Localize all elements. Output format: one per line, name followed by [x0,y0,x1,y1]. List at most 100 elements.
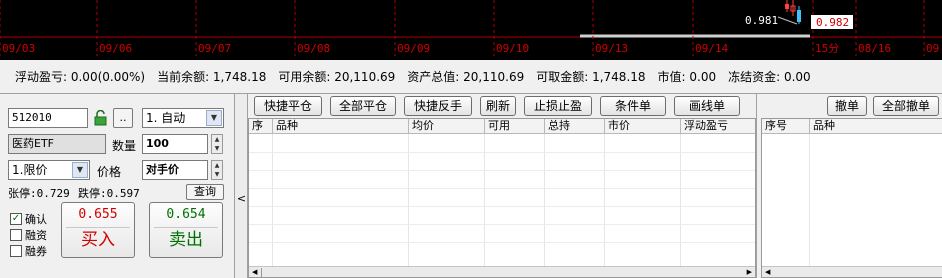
price-label: 价格 [97,165,122,179]
conditional-order-button[interactable]: 条件单 [600,96,666,116]
horizontal-scrollbar[interactable]: ◀ ▶ [249,266,755,277]
candle-1-body [785,4,789,9]
chevron-down-icon[interactable]: ▼ [206,110,222,126]
more-button[interactable]: .. [113,108,133,128]
short-label: 融券 [25,245,47,258]
refresh-button[interactable]: 刷新 [480,96,516,116]
col-symbol[interactable]: 品种 [273,119,409,133]
date-label: 09/03 [2,42,35,55]
grid-line [249,170,755,171]
limit-down-price: 跌停:0.597 [78,187,140,200]
grid-line [809,134,810,277]
price-chart[interactable]: 09/03 09/06 09/07 09/08 09/09 09/10 09/13 09/14… [0,0,942,60]
grid-line [249,152,755,153]
scroll-right-icon[interactable]: ▶ [747,268,752,276]
buy-button[interactable]: 0.655 买入 [61,202,135,258]
spin-up-icon[interactable]: ▲ [212,161,222,170]
date-label: 08/16 [858,42,891,55]
grid-line [249,188,755,189]
grid-line [249,224,755,225]
quick-close-button[interactable]: 快捷平仓 [254,96,322,116]
col-market-price[interactable]: 市价 [605,119,681,133]
quantity-input[interactable]: 100 [142,134,208,154]
quantity-stepper[interactable]: ▲ ▼ [211,134,223,154]
col-order-symbol[interactable]: 品种 [810,119,942,133]
close-all-button[interactable]: 全部平仓 [330,96,396,116]
stock-code-input[interactable]: 512010 [8,108,88,128]
grid-line [249,206,755,207]
spin-down-icon[interactable]: ▼ [212,170,222,179]
lock-icon[interactable] [93,109,108,126]
scroll-left-icon[interactable]: ◀ [252,268,257,276]
limit-up-price: 张停:0.729 [8,187,70,200]
positions-table[interactable]: 序 品种 均价 可用 总持 市价 浮动盈亏 ◀ ▶ [248,118,756,278]
orders-table[interactable]: 序号 品种 ◀ [761,118,942,278]
date-label: 09/13 [595,42,628,55]
frozen-funds: 冻结资金: 0.00 [728,70,811,84]
date-label: 09/14 [695,42,728,55]
orders-panel: 撤单 全部撤单 序号 品种 ◀ [756,94,942,278]
price-input[interactable]: 对手价 [142,160,208,180]
margin-checkbox[interactable]: 融资 [10,227,47,243]
col-total[interactable]: 总持 [545,119,605,133]
panel-collapse-bar[interactable]: < [235,94,248,278]
date-label: 09/08 [297,42,330,55]
col-avg-price[interactable]: 均价 [409,119,485,133]
buy-price: 0.655 [78,207,118,222]
price-type-value: 1.限价 [12,163,48,177]
buy-label: 买入 [66,227,130,251]
check-icon[interactable]: ✓ [10,213,22,225]
scroll-left-icon[interactable]: ◀ [765,268,770,276]
date-label: 09/07 [198,42,231,55]
confirm-checkbox[interactable]: ✓ 确认 [10,211,47,227]
scroll-thumb[interactable] [261,268,262,277]
stock-name-field: 医药ETF [8,134,106,154]
stop-loss-button[interactable]: 止损止盈 [524,96,592,116]
sell-label: 卖出 [154,227,218,251]
col-floating-pnl[interactable]: 浮动盈亏 [681,119,755,133]
col-index[interactable]: 序 [249,119,273,133]
market-value: 市值: 0.00 [657,70,717,84]
short-checkbox[interactable]: 融券 [10,243,47,259]
order-entry-panel: 512010 .. 1. 自动 ▼ 医药ETF 数量 100 ▲ ▼ 1.限价 ▼… [0,94,235,278]
chart-svg: 09/03 09/06 09/07 09/08 09/09 09/10 09/13 09/14… [0,0,942,56]
current-balance: 当前余额: 1,748.18 [157,70,267,84]
date-label: 09/09 [397,42,430,55]
cancel-order-button[interactable]: 撤单 [827,96,867,116]
account-summary: 浮动盈亏: 0.00(0.00%) 当前余额: 1,748.18 可用余额: 2… [0,60,942,94]
margin-label: 融资 [25,229,47,242]
table-header: 序 品种 均价 可用 总持 市价 浮动盈亏 [249,119,755,134]
table-header: 序号 品种 [762,119,942,134]
price-type-select[interactable]: 1.限价 ▼ [8,160,90,180]
confirm-label: 确认 [25,213,47,226]
cancel-all-button[interactable]: 全部撤单 [873,96,939,116]
date-label: 09 [926,42,939,55]
query-button[interactable]: 查询 [186,184,224,200]
spin-up-icon[interactable]: ▲ [212,135,222,144]
total-assets: 资产总值: 20,110.69 [407,70,525,84]
quantity-label: 数量 [112,139,137,153]
col-order-index[interactable]: 序号 [762,119,810,133]
sell-price: 0.654 [166,207,206,222]
quick-reverse-button[interactable]: 快捷反手 [404,96,472,116]
low-price-label: 0.981 [745,14,778,27]
date-label: 09/10 [496,42,529,55]
trade-mode-value: 1. 自动 [146,111,186,125]
date-label: 15分 [815,42,839,55]
positions-panel: 快捷平仓 全部平仓 快捷反手 刷新 止损止盈 条件单 画线单 序 品种 均价 可… [248,94,756,278]
chevron-left-icon[interactable]: < [235,192,248,205]
withdrawable: 可取金额: 1,748.18 [536,70,646,84]
chevron-down-icon[interactable]: ▼ [72,162,88,178]
date-label: 09/06 [99,42,132,55]
price-stepper[interactable]: ▲ ▼ [211,160,223,180]
candle-3-body [797,10,801,22]
horizontal-scrollbar[interactable]: ◀ [762,266,942,277]
sell-button[interactable]: 0.654 卖出 [149,202,223,258]
col-available[interactable]: 可用 [485,119,545,133]
margin-box[interactable] [10,229,22,241]
line-order-button[interactable]: 画线单 [674,96,740,116]
trade-mode-select[interactable]: 1. 自动 ▼ [142,108,224,128]
spin-down-icon[interactable]: ▼ [212,144,222,153]
floating-pnl: 浮动盈亏: 0.00(0.00%) [15,70,146,84]
short-box[interactable] [10,245,22,257]
